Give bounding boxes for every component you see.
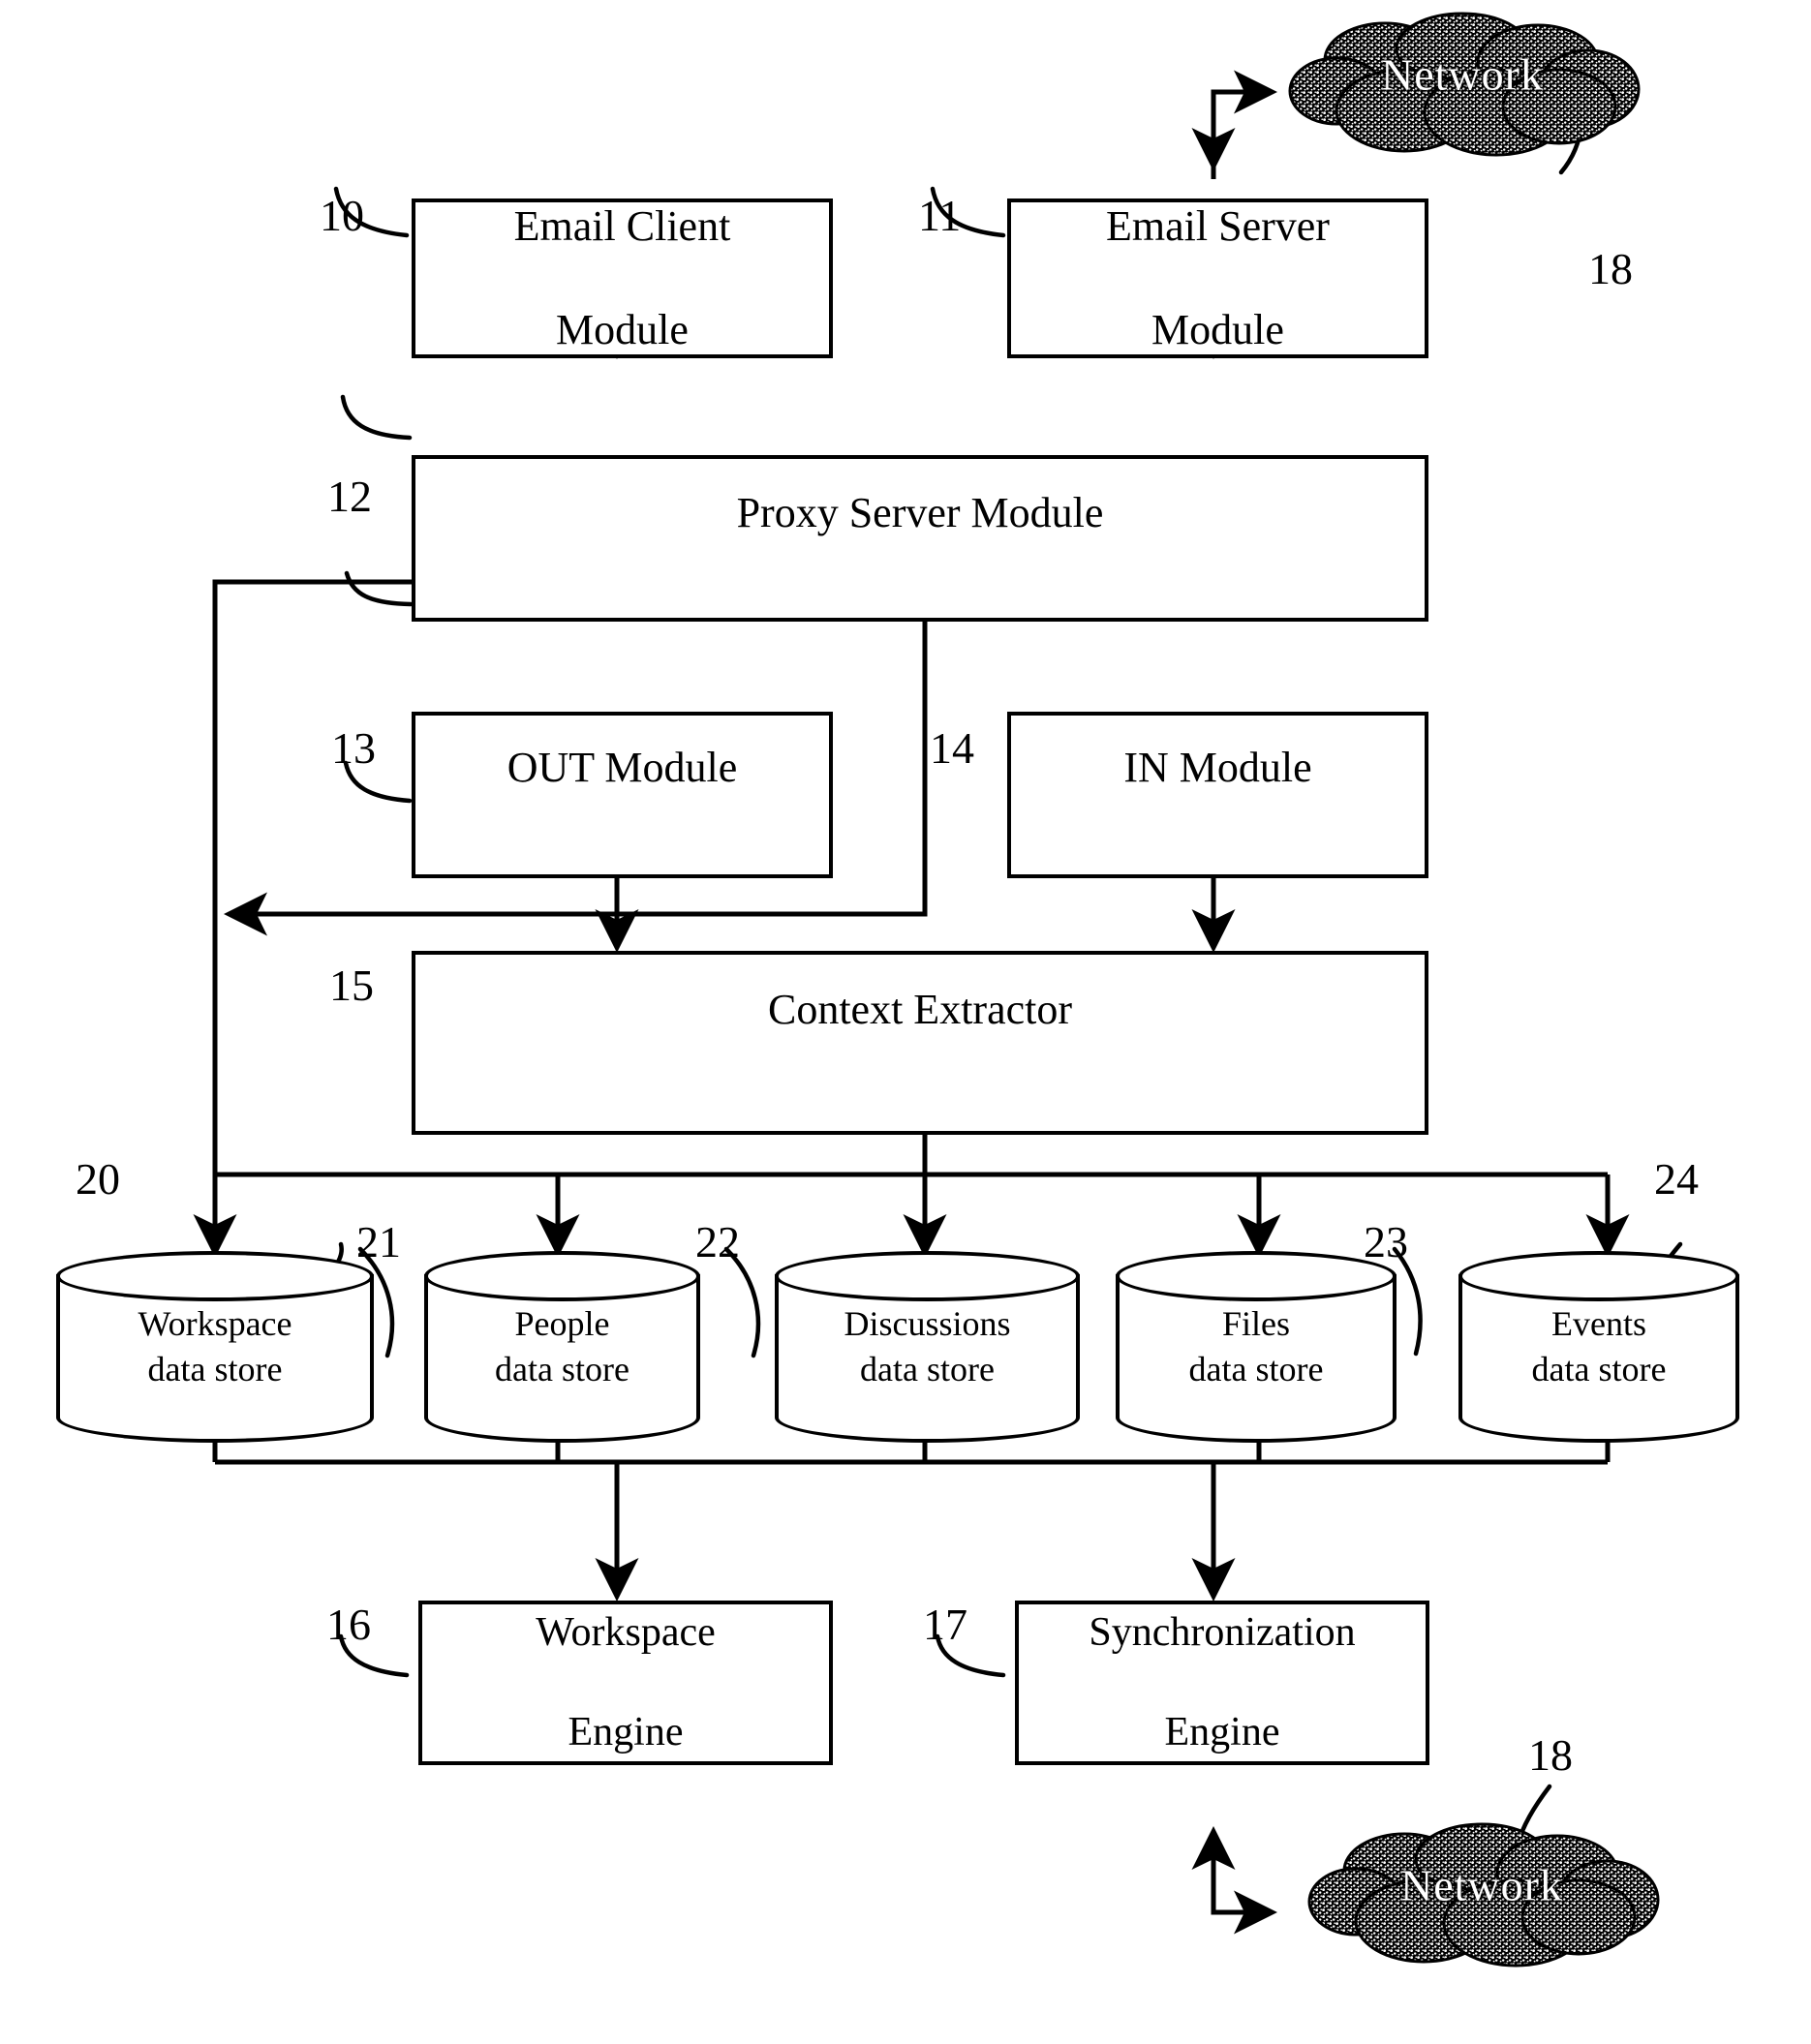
cylinder-top <box>775 1251 1080 1301</box>
network-label-top: Network <box>1381 49 1544 100</box>
cylinder-top <box>1458 1251 1739 1301</box>
email-server-module-box[interactable]: Email Server Module <box>1007 198 1428 358</box>
ref-numeral-10: 10 <box>320 191 364 240</box>
out-module-box[interactable]: OUT Module <box>412 712 833 878</box>
email-server-module-label: Email Server Module <box>1106 202 1330 354</box>
ref-numeral-22: 22 <box>695 1217 740 1266</box>
cylinder-top <box>56 1251 374 1301</box>
wire-out-left-rail <box>212 579 414 1228</box>
workspace-engine-box[interactable]: Workspace Engine <box>418 1601 833 1765</box>
ref-numeral-24: 24 <box>1654 1154 1699 1204</box>
workspace-engine-label: Workspace Engine <box>536 1610 716 1754</box>
ref-numeral-12: 12 <box>327 472 372 521</box>
wire-sync-to-network <box>1211 1845 1278 1935</box>
data-store-events[interactable]: Events data store <box>1458 1251 1739 1443</box>
data-store-files-label: Files data store <box>1188 1304 1324 1388</box>
network-cloud-bottom: Network <box>1288 1820 1675 1975</box>
data-store-events-label: Events data store <box>1531 1304 1667 1388</box>
network-label-bottom: Network <box>1400 1860 1563 1910</box>
data-store-workspace-label: Workspace data store <box>138 1304 292 1388</box>
data-store-people-label: People data store <box>495 1304 629 1388</box>
ref-numeral-13: 13 <box>331 723 376 773</box>
ref-numeral-17: 17 <box>923 1600 967 1649</box>
ref-numeral-14: 14 <box>930 723 974 773</box>
context-extractor-box[interactable]: Context Extractor <box>412 951 1428 1135</box>
ref-numeral-21: 21 <box>356 1217 401 1266</box>
sync-engine-label: Synchronization Engine <box>1089 1610 1356 1754</box>
leader-12 <box>340 394 413 441</box>
ref-numeral-15: 15 <box>329 961 374 1010</box>
cylinder-top <box>1116 1251 1397 1301</box>
data-store-files[interactable]: Files data store <box>1116 1251 1397 1443</box>
email-client-module-label: Email Client Module <box>513 202 731 354</box>
in-module-label: IN Module <box>1123 744 1312 792</box>
in-module-box[interactable]: IN Module <box>1007 712 1428 878</box>
network-cloud-top: Network <box>1269 10 1656 165</box>
data-store-workspace[interactable]: Workspace data store <box>56 1251 374 1443</box>
ref-numeral-18-top: 18 <box>1588 244 1633 293</box>
ref-numeral-23: 23 <box>1364 1217 1408 1266</box>
data-store-people[interactable]: People data store <box>424 1251 700 1443</box>
data-store-discussions-label: Discussions data store <box>844 1304 1011 1388</box>
proxy-server-module-box[interactable]: Proxy Server Module <box>412 455 1428 622</box>
ref-numeral-18-bottom: 18 <box>1528 1730 1573 1780</box>
wire-server-to-network <box>1211 70 1278 179</box>
context-extractor-label: Context Extractor <box>767 986 1072 1034</box>
ref-numeral-20: 20 <box>76 1154 120 1204</box>
proxy-server-module-label: Proxy Server Module <box>736 489 1104 537</box>
patent-figure: Network Network Email Client Module Email… <box>0 0 1811 2044</box>
out-module-label: OUT Module <box>506 744 738 792</box>
ref-numeral-16: 16 <box>326 1600 371 1649</box>
ref-numeral-11: 11 <box>918 191 962 240</box>
sync-engine-box[interactable]: Synchronization Engine <box>1015 1601 1429 1765</box>
leader-13 <box>344 570 414 607</box>
email-client-module-box[interactable]: Email Client Module <box>412 198 833 358</box>
data-store-discussions[interactable]: Discussions data store <box>775 1251 1080 1443</box>
cylinder-top <box>424 1251 700 1301</box>
